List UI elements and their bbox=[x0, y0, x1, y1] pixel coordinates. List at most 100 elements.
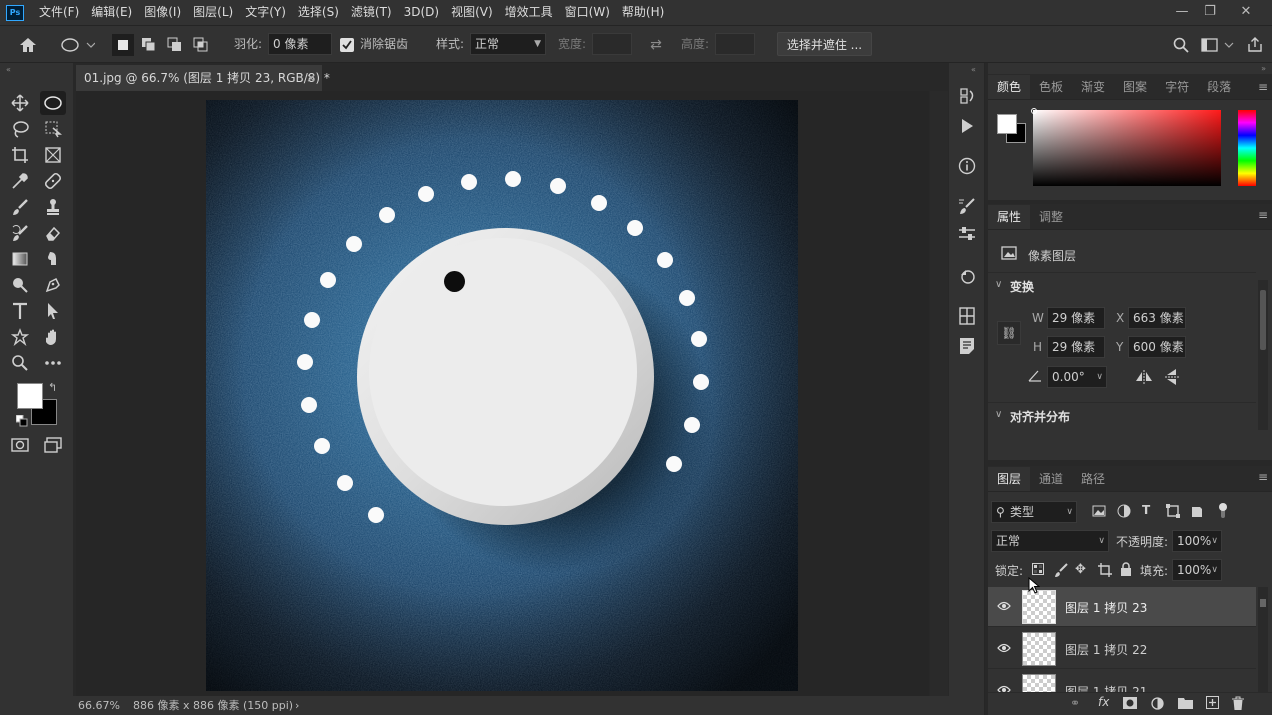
opacity-field[interactable]: 100% ∨ bbox=[1172, 530, 1222, 552]
menu-plugins[interactable]: 增效工具 bbox=[499, 0, 559, 25]
restore-button[interactable]: ❐ bbox=[1192, 0, 1228, 22]
adjustment-layer-icon[interactable] bbox=[1151, 697, 1164, 713]
document-tab[interactable]: 01.jpg @ 66.7% (图层 1 拷贝 23, RGB/8) * × bbox=[76, 65, 330, 91]
layer-filter-select[interactable]: ⚲ 类型 ∨ bbox=[991, 501, 1077, 523]
menu-help[interactable]: 帮助(H) bbox=[616, 0, 670, 25]
default-colors-icon[interactable] bbox=[15, 414, 28, 427]
info-icon[interactable] bbox=[955, 155, 979, 177]
collapse-icon[interactable]: « bbox=[6, 65, 11, 74]
new-selection-icon[interactable] bbox=[112, 34, 134, 56]
transform-section-title[interactable]: 变换 bbox=[1010, 278, 1034, 295]
tab-patterns[interactable]: 图案 bbox=[1114, 75, 1156, 99]
hue-slider[interactable] bbox=[1238, 110, 1256, 186]
workspace-icon[interactable] bbox=[1200, 34, 1236, 56]
filter-type-icon[interactable]: T bbox=[1142, 503, 1156, 517]
delete-layer-icon[interactable] bbox=[1232, 696, 1244, 713]
subtract-selection-icon[interactable] bbox=[164, 34, 186, 56]
x-position-field[interactable]: 663 像素 bbox=[1128, 307, 1186, 329]
tab-properties[interactable]: 属性 bbox=[988, 205, 1031, 229]
home-icon[interactable] bbox=[16, 34, 40, 56]
libraries-icon[interactable] bbox=[955, 305, 979, 327]
width-field[interactable]: 29 像素 bbox=[1047, 307, 1105, 329]
tab-swatches[interactable]: 色板 bbox=[1030, 75, 1072, 99]
lock-pixels-icon[interactable] bbox=[1054, 563, 1068, 577]
gradient-tool-icon[interactable] bbox=[7, 247, 33, 271]
panel-menu-icon[interactable]: ≡ bbox=[1258, 208, 1268, 222]
clone-source-icon[interactable] bbox=[955, 265, 979, 287]
chevron-down-icon[interactable]: ∨ bbox=[995, 279, 1002, 290]
menu-view[interactable]: 视图(V) bbox=[445, 0, 499, 25]
adjustments-sliders-icon[interactable] bbox=[955, 223, 979, 245]
align-section-title[interactable]: 对齐并分布 bbox=[1010, 408, 1070, 425]
properties-scrollbar[interactable] bbox=[1258, 280, 1268, 430]
filter-shape-icon[interactable] bbox=[1166, 504, 1180, 518]
swap-dimensions-icon[interactable]: ⇄ bbox=[645, 35, 667, 55]
filter-pixel-icon[interactable] bbox=[1092, 504, 1106, 518]
brush-settings-icon[interactable] bbox=[955, 195, 979, 217]
zoom-tool-icon[interactable] bbox=[7, 351, 33, 375]
tab-paths[interactable]: 路径 bbox=[1072, 467, 1114, 491]
menu-select[interactable]: 选择(S) bbox=[292, 0, 345, 25]
link-layers-icon[interactable]: ⚭ bbox=[1070, 696, 1080, 710]
elliptical-marquee-tool-icon[interactable] bbox=[40, 91, 66, 115]
eye-icon[interactable] bbox=[997, 684, 1011, 692]
filter-smart-object-icon[interactable] bbox=[1190, 504, 1204, 518]
blend-mode-select[interactable]: 正常 ∨ bbox=[991, 530, 1109, 552]
frame-tool-icon[interactable] bbox=[40, 143, 66, 167]
crop-tool-icon[interactable] bbox=[7, 143, 33, 167]
custom-shape-tool-icon[interactable] bbox=[7, 325, 33, 349]
menu-window[interactable]: 窗口(W) bbox=[559, 0, 616, 25]
history-brush-tool-icon[interactable] bbox=[7, 221, 33, 245]
tab-character[interactable]: 字符 bbox=[1156, 75, 1198, 99]
menu-type[interactable]: 文字(Y) bbox=[239, 0, 292, 25]
more-tools-icon[interactable] bbox=[40, 351, 66, 375]
feather-input[interactable]: 0 像素 bbox=[268, 33, 332, 55]
clone-stamp-tool-icon[interactable] bbox=[40, 195, 66, 219]
status-arrow-icon[interactable]: › bbox=[295, 696, 299, 715]
antialias-checkbox[interactable] bbox=[340, 38, 354, 52]
group-folder-icon[interactable] bbox=[1178, 697, 1193, 712]
brush-tool-icon[interactable] bbox=[7, 195, 33, 219]
collapse-icon[interactable]: » bbox=[1261, 64, 1266, 73]
history-icon[interactable] bbox=[955, 85, 979, 107]
panel-menu-icon[interactable]: ≡ bbox=[1258, 80, 1268, 94]
panel-menu-icon[interactable]: ≡ bbox=[1258, 470, 1268, 484]
vertical-scrollbar[interactable] bbox=[930, 91, 948, 696]
menu-image[interactable]: 图像(I) bbox=[138, 0, 187, 25]
eye-icon[interactable] bbox=[997, 600, 1011, 614]
eyedropper-tool-icon[interactable] bbox=[7, 169, 33, 193]
add-mask-icon[interactable] bbox=[1123, 697, 1137, 712]
add-selection-icon[interactable] bbox=[138, 34, 160, 56]
width-input[interactable] bbox=[592, 33, 632, 55]
menu-3d[interactable]: 3D(D) bbox=[398, 0, 445, 25]
lock-transparent-icon[interactable] bbox=[1032, 563, 1044, 575]
tab-gradients[interactable]: 渐变 bbox=[1072, 75, 1114, 99]
foreground-color-swatch[interactable] bbox=[17, 383, 43, 409]
height-input[interactable] bbox=[715, 33, 755, 55]
menu-edit[interactable]: 编辑(E) bbox=[85, 0, 138, 25]
height-field[interactable]: 29 像素 bbox=[1047, 336, 1105, 358]
elliptical-marquee-preset-icon[interactable] bbox=[58, 34, 96, 56]
flip-horizontal-icon[interactable] bbox=[1135, 370, 1153, 384]
tab-adjustments[interactable]: 调整 bbox=[1030, 205, 1072, 229]
dodge-tool-icon[interactable] bbox=[7, 273, 33, 297]
fx-icon[interactable]: fx bbox=[1098, 695, 1109, 709]
angle-field[interactable]: 0.00° ∨ bbox=[1047, 366, 1107, 388]
layers-scrollbar[interactable] bbox=[1258, 587, 1268, 692]
tab-color[interactable]: 颜色 bbox=[988, 75, 1031, 99]
y-position-field[interactable]: 600 像素 bbox=[1128, 336, 1186, 358]
intersect-selection-icon[interactable] bbox=[190, 34, 212, 56]
share-icon[interactable] bbox=[1244, 34, 1266, 56]
color-spectrum-field[interactable] bbox=[1033, 110, 1221, 186]
move-tool-icon[interactable] bbox=[7, 91, 33, 115]
hand-tool-icon[interactable] bbox=[40, 325, 66, 349]
close-tab-icon[interactable]: × bbox=[306, 65, 316, 91]
color-foreground-swatch[interactable] bbox=[997, 114, 1017, 134]
object-selection-tool-icon[interactable] bbox=[40, 117, 66, 141]
zoom-level[interactable]: 66.67% bbox=[78, 696, 120, 715]
filter-adjustment-icon[interactable] bbox=[1117, 504, 1131, 518]
layer-row[interactable]: 图层 1 拷贝 22 bbox=[988, 629, 1256, 669]
filter-toggle-icon[interactable] bbox=[1218, 503, 1228, 519]
fill-field[interactable]: 100% ∨ bbox=[1172, 559, 1222, 581]
layer-row[interactable]: 图层 1 拷贝 21 bbox=[988, 671, 1256, 692]
